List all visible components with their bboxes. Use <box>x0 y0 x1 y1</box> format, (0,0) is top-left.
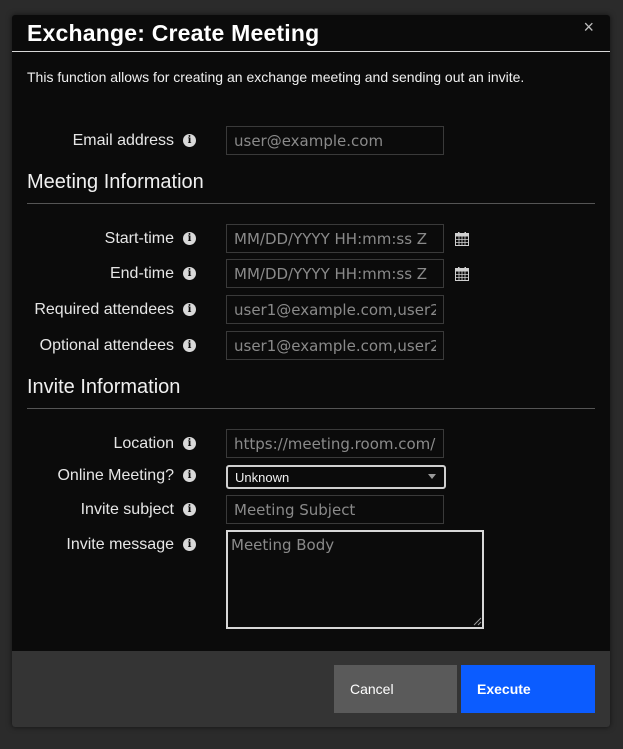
location-row: Location i <box>12 429 610 461</box>
email-field[interactable] <box>226 126 444 155</box>
end-time-row: End-time i <box>12 259 610 291</box>
info-circle-icon[interactable]: i <box>183 503 196 516</box>
dialog-description: This function allows for creating an exc… <box>27 69 525 85</box>
create-meeting-dialog: × Exchange: Create Meeting This function… <box>12 15 610 727</box>
calendar-icon[interactable] <box>455 267 469 281</box>
online-meeting-selected: Unknown <box>235 470 290 485</box>
location-label: Location <box>113 435 175 452</box>
dialog-title: Exchange: Create Meeting <box>27 20 320 46</box>
optional-attendees-label: Optional attendees <box>39 337 174 354</box>
invite-message-field[interactable] <box>226 530 484 629</box>
online-meeting-select[interactable]: Unknown <box>226 465 446 489</box>
info-circle-icon[interactable]: i <box>183 437 196 450</box>
execute-button[interactable]: Execute <box>461 665 595 713</box>
title-divider <box>12 51 610 52</box>
section-title-meeting: Meeting Information <box>27 171 204 193</box>
end-time-label: End-time <box>109 265 174 282</box>
end-time-field[interactable] <box>226 259 444 288</box>
dialog-footer: Cancel Execute <box>12 651 610 727</box>
required-attendees-label: Required attendees <box>34 301 174 318</box>
invite-subject-field[interactable] <box>226 495 444 524</box>
required-attendees-field[interactable] <box>226 295 444 324</box>
info-circle-icon[interactable]: i <box>183 339 196 352</box>
start-time-field[interactable] <box>226 224 444 253</box>
close-icon[interactable]: × <box>583 17 594 37</box>
section-divider <box>27 408 595 409</box>
invite-message-label: Invite message <box>66 536 174 553</box>
start-time-label: Start-time <box>104 230 174 247</box>
location-field[interactable] <box>226 429 444 458</box>
resize-handle-icon[interactable] <box>472 616 482 626</box>
section-title-invite: Invite Information <box>27 376 181 398</box>
calendar-icon[interactable] <box>455 232 469 246</box>
chevron-down-icon <box>428 474 436 479</box>
info-circle-icon[interactable]: i <box>183 469 196 482</box>
required-attendees-row: Required attendees i <box>12 295 610 327</box>
info-circle-icon[interactable]: i <box>183 538 196 551</box>
online-meeting-row: Online Meeting? i Unknown <box>12 465 610 497</box>
info-circle-icon[interactable]: i <box>183 267 196 280</box>
info-circle-icon[interactable]: i <box>183 134 196 147</box>
email-label: Email address <box>72 132 174 149</box>
info-circle-icon[interactable]: i <box>183 232 196 245</box>
optional-attendees-field[interactable] <box>226 331 444 360</box>
invite-message-row: Invite message i <box>12 530 610 630</box>
invite-subject-row: Invite subject i <box>12 495 610 527</box>
invite-subject-label: Invite subject <box>80 501 174 518</box>
section-divider <box>27 203 595 204</box>
optional-attendees-row: Optional attendees i <box>12 331 610 363</box>
online-meeting-label: Online Meeting? <box>57 467 174 484</box>
cancel-button[interactable]: Cancel <box>334 665 457 713</box>
start-time-row: Start-time i <box>12 224 610 256</box>
email-row: Email address i <box>12 126 610 158</box>
info-circle-icon[interactable]: i <box>183 303 196 316</box>
